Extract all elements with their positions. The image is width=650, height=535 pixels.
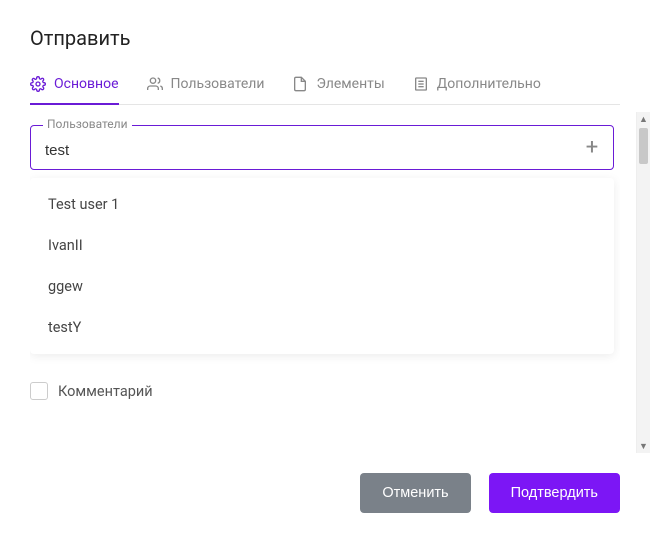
send-dialog: Отправить Основное Пользователи Элементы… <box>0 0 650 535</box>
dialog-title: Отправить <box>30 26 620 50</box>
scroll-up-icon[interactable]: ▲ <box>637 112 650 126</box>
confirm-button[interactable]: Подтвердить <box>489 473 620 513</box>
suggestion-item[interactable]: IvanII <box>30 225 614 266</box>
suggestion-item[interactable]: ggew <box>30 266 614 307</box>
plus-icon[interactable]: + <box>581 137 603 159</box>
scroll-down-icon[interactable]: ▼ <box>637 439 650 453</box>
tab-additional[interactable]: Дополнительно <box>413 76 541 104</box>
list-icon <box>413 76 429 92</box>
comment-label: Комментарий <box>58 383 153 400</box>
gear-icon <box>30 76 46 92</box>
scrollbar[interactable]: ▲ ▼ <box>636 112 650 453</box>
suggestions-dropdown: Test user 1 IvanII ggew testY <box>30 178 614 354</box>
file-icon <box>292 76 308 92</box>
field-label: Пользователи <box>43 117 132 131</box>
comment-checkbox[interactable] <box>30 382 48 400</box>
tab-label: Элементы <box>316 76 384 92</box>
tab-elements[interactable]: Элементы <box>292 76 384 104</box>
users-field: Пользователи + <box>30 125 614 170</box>
users-input[interactable] <box>45 142 571 159</box>
suggestion-item[interactable]: testY <box>30 307 614 348</box>
tab-main[interactable]: Основное <box>30 76 119 104</box>
scrollbar-thumb[interactable] <box>639 128 648 164</box>
tab-label: Основное <box>54 76 119 92</box>
dialog-footer: Отменить Подтвердить <box>30 455 620 535</box>
tabs: Основное Пользователи Элементы Дополните… <box>30 76 620 105</box>
tab-label: Дополнительно <box>437 76 541 92</box>
tab-users[interactable]: Пользователи <box>147 76 265 104</box>
content-area: Пользователи + Test user 1 IvanII ggew t… <box>30 105 620 455</box>
tab-label: Пользователи <box>171 76 265 92</box>
suggestion-item[interactable]: Test user 1 <box>30 184 614 225</box>
cancel-button[interactable]: Отменить <box>360 473 470 513</box>
users-icon <box>147 76 163 92</box>
comment-checkbox-row: Комментарий <box>30 382 614 400</box>
